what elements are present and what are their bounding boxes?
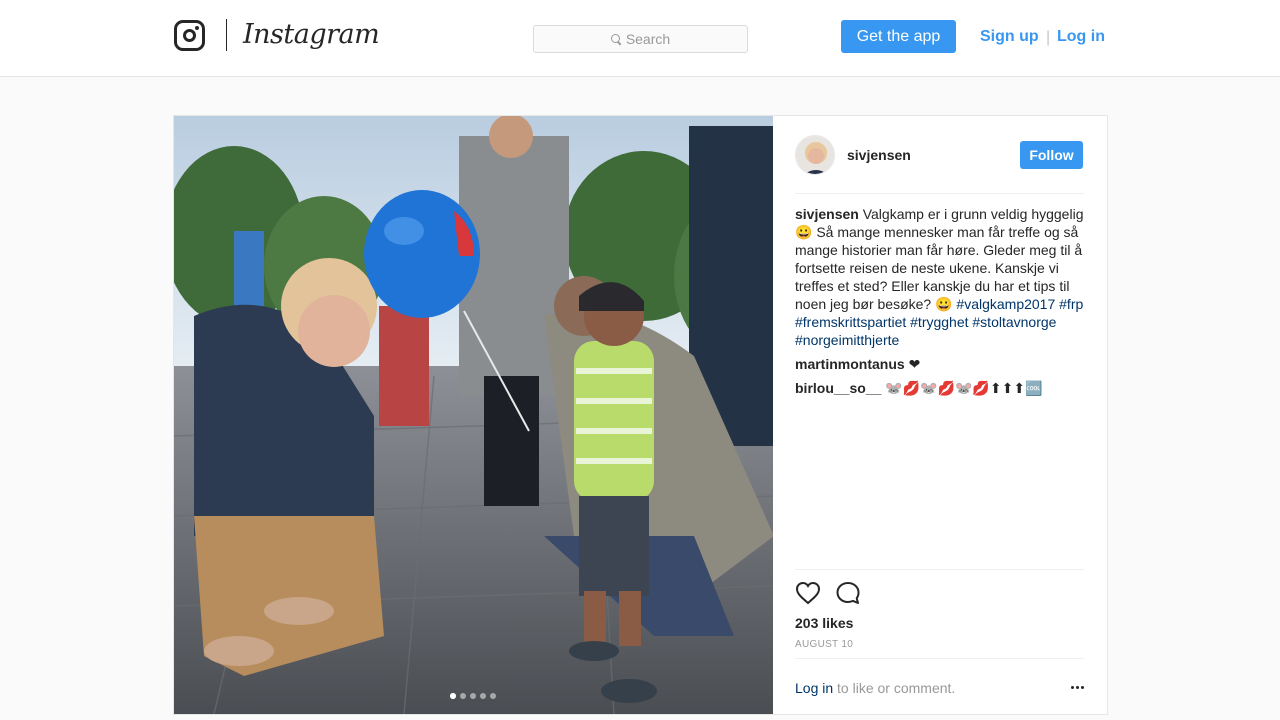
heart-icon[interactable] bbox=[795, 581, 821, 605]
comment-username[interactable]: martinmontanus bbox=[795, 356, 905, 372]
avatar[interactable] bbox=[795, 135, 835, 175]
login-prompt: Log in to like or comment. bbox=[795, 679, 955, 697]
instagram-wordmark[interactable]: Instagram bbox=[243, 15, 380, 55]
comment-item: birlou__so__ 🐭💋🐭💋🐭💋⬆⬆⬆🆒 bbox=[795, 379, 1085, 397]
logo-divider bbox=[226, 19, 227, 51]
comment-text: 🐭💋🐭💋🐭💋⬆⬆⬆🆒 bbox=[885, 380, 1043, 396]
login-prompt-link[interactable]: Log in bbox=[795, 680, 833, 696]
search-input[interactable]: Search bbox=[533, 25, 748, 53]
post-actions: 203 likes AUGUST 10 bbox=[795, 569, 1084, 659]
carousel-indicator bbox=[450, 693, 496, 699]
login-prompt-text: to like or comment. bbox=[833, 680, 956, 696]
search-icon bbox=[610, 34, 621, 44]
comment-username[interactable]: birlou__so__ bbox=[795, 380, 881, 396]
login-to-comment: Log in to like or comment. bbox=[795, 658, 1084, 714]
post-photo-illustration bbox=[174, 116, 773, 714]
post-header: sivjensen Follow bbox=[795, 134, 1084, 194]
carousel-dot[interactable] bbox=[470, 693, 476, 699]
comment-item: martinmontanus ❤ bbox=[795, 355, 1085, 373]
caption-username[interactable]: sivjensen bbox=[795, 206, 859, 222]
carousel-dot-active[interactable] bbox=[450, 693, 456, 699]
more-options-icon[interactable] bbox=[1071, 686, 1084, 689]
comment-icon[interactable] bbox=[835, 581, 861, 605]
caption: sivjensen Valgkamp er i grunn veldig hyg… bbox=[795, 205, 1085, 349]
comments-list: sivjensen Valgkamp er i grunn veldig hyg… bbox=[795, 205, 1085, 403]
post-author-username[interactable]: sivjensen bbox=[847, 147, 911, 163]
post-sidebar: sivjensen Follow sivjensen Valgkamp er i… bbox=[773, 116, 1107, 714]
post-date[interactable]: AUGUST 10 bbox=[795, 639, 853, 651]
post-photo[interactable] bbox=[174, 116, 773, 714]
carousel-dot[interactable] bbox=[460, 693, 466, 699]
get-the-app-button[interactable]: Get the app bbox=[841, 20, 956, 53]
carousel-dot[interactable] bbox=[480, 693, 486, 699]
top-navigation: Instagram Search Get the app Sign up | L… bbox=[0, 0, 1280, 77]
instagram-camera-icon[interactable] bbox=[174, 20, 205, 51]
log-in-link[interactable]: Log in bbox=[1057, 27, 1105, 47]
search-placeholder: Search bbox=[625, 31, 671, 47]
nav-separator: | bbox=[1046, 29, 1051, 46]
comment-text: ❤ bbox=[908, 356, 921, 372]
carousel-dot[interactable] bbox=[490, 693, 496, 699]
like-count[interactable]: 203 likes bbox=[795, 614, 853, 632]
follow-button[interactable]: Follow bbox=[1020, 141, 1083, 169]
post-card: sivjensen Follow sivjensen Valgkamp er i… bbox=[173, 115, 1108, 715]
sign-up-link[interactable]: Sign up bbox=[980, 27, 1039, 47]
